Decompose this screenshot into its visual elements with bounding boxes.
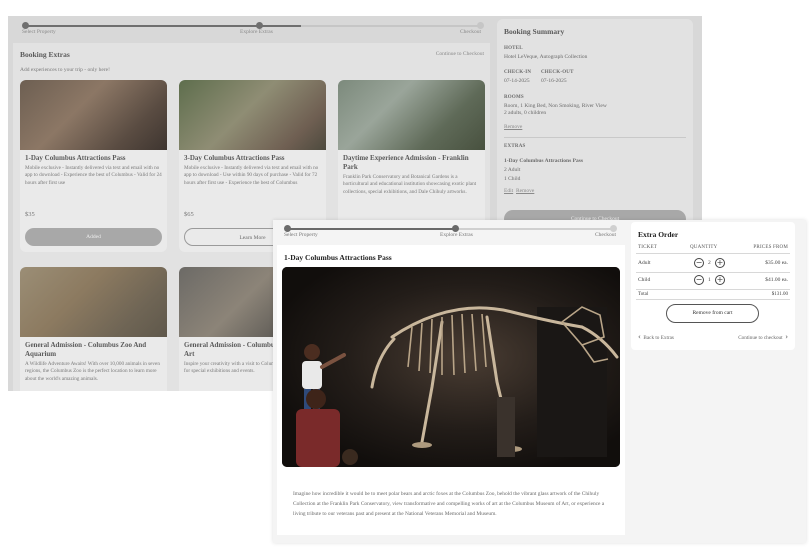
booking-extras-title: Booking Extras <box>20 50 70 59</box>
step-label-1: Select Property <box>22 29 56 35</box>
step-label-3: Checkout <box>460 29 482 35</box>
quantity-value: 2 <box>708 260 711 266</box>
card-description: A Wildlife Adventure Awaits! With over 1… <box>25 361 160 382</box>
chevron-left-icon: ‹ <box>638 333 641 341</box>
booking-extras-subtitle: Add experiences to your trip - only here… <box>20 67 110 73</box>
room-guests: 2 adults, 0 children <box>504 110 547 116</box>
ticket-price: $35.00 ea. <box>765 260 788 266</box>
order-header-divider <box>636 253 790 254</box>
remove-room-link[interactable]: Remove <box>504 124 522 130</box>
booking-summary-title: Booking Summary <box>504 27 565 36</box>
card-description: Mobile exclusive - Instantly delivered v… <box>184 165 319 186</box>
hotel-name: Hotel LeVeque, Autograph Collection <box>504 54 588 60</box>
added-button[interactable]: Added <box>25 228 162 246</box>
checkin-label: CHECK-IN <box>504 70 532 75</box>
card-image-dinosaur <box>20 80 167 150</box>
ticket-name: Adult <box>638 260 651 266</box>
fg-step-label-2: Explore Extras <box>440 232 473 238</box>
remove-extra-link[interactable]: Remove <box>516 188 534 194</box>
card-price: $65 <box>184 211 194 218</box>
checkout-date: 07-16-2025 <box>541 78 567 84</box>
fg-progress-fill <box>287 228 455 230</box>
fg-progress-bar: Select Property Explore Extras Checkout <box>273 220 628 242</box>
card-description: Franklin Park Conservatory and Botanical… <box>343 174 477 195</box>
fg-progress-dot-2 <box>452 225 459 232</box>
quantity-value: 1 <box>708 277 711 283</box>
card-image-conservatory <box>338 80 485 150</box>
card-title: 3-Day Columbus Attractions Pass <box>184 154 285 162</box>
progress-dot-1 <box>22 22 29 29</box>
card-price: $35 <box>25 211 35 218</box>
room-description: Room, 1 King Bed, Non Smoking, River Vie… <box>504 103 607 109</box>
rooms-label: ROOMS <box>504 95 524 100</box>
price-header: PRICES FROM <box>753 245 788 250</box>
back-to-extras-link[interactable]: ‹ Back to Extras <box>638 333 674 341</box>
minus-circle-icon[interactable]: − <box>694 275 704 285</box>
card-image-giraffe <box>20 267 167 337</box>
remove-from-cart-button[interactable]: Remove from cart <box>666 304 759 323</box>
extra-name: 1-Day Columbus Attractions Pass <box>504 158 583 164</box>
plus-circle-icon[interactable]: + <box>715 275 725 285</box>
extra-child: 1 Child <box>504 176 521 182</box>
continue-to-checkout-link[interactable]: Continue to checkout › <box>738 333 788 341</box>
ticket-price: $41.00 ea. <box>765 277 788 283</box>
extra-order-title: Extra Order <box>638 230 679 239</box>
minus-circle-icon[interactable]: − <box>694 258 704 268</box>
extra-adults: 2 Adult <box>504 167 521 173</box>
extra-card-1[interactable]: 1-Day Columbus Attractions Pass Mobile e… <box>20 80 167 252</box>
extra-card-4[interactable]: General Admission - Columbus Zoo And Aqu… <box>20 267 167 391</box>
progress-dot-2 <box>256 22 263 29</box>
card-title: Daytime Experience Admission - Franklin … <box>343 154 469 171</box>
order-row-divider <box>636 289 790 290</box>
step-label-2: Explore Extras <box>240 29 273 35</box>
total-label: Total <box>638 292 649 297</box>
foreground-screen: Select Property Explore Extras Checkout … <box>273 220 806 543</box>
continue-to-checkout-link[interactable]: Continue to Checkout <box>436 51 484 57</box>
fg-progress-dot-3 <box>610 225 617 232</box>
extras-label: EXTRAS <box>504 144 526 149</box>
extra-detail-panel: 1-Day Columbus Attractions Pass Imagine … <box>277 245 625 535</box>
ticket-row-child: Child − 1 + $41.00 ea. <box>631 273 795 289</box>
plus-circle-icon[interactable]: + <box>715 258 725 268</box>
chevron-right-icon: › <box>785 333 788 341</box>
ticket-name: Child <box>638 277 651 283</box>
progress-bar: Select Property Explore Extras Checkout <box>8 16 498 38</box>
ticket-header: TICKET <box>638 245 657 250</box>
extra-order-panel: Extra Order TICKET QUANTITY PRICES FROM … <box>631 222 795 350</box>
fg-progress-dot-1 <box>284 225 291 232</box>
continue-to-checkout-label: Continue to checkout <box>738 335 783 341</box>
fg-step-label-1: Select Property <box>284 232 318 238</box>
fg-step-label-3: Checkout <box>595 232 617 238</box>
summary-divider <box>504 137 686 138</box>
card-title: General Admission - Columbus Zoo And Aqu… <box>25 341 147 358</box>
photo-illustration <box>282 267 620 467</box>
card-image-family <box>179 80 326 150</box>
progress-dot-3 <box>477 22 484 29</box>
total-value: $131.00 <box>771 292 788 297</box>
edit-extra-link[interactable]: Edit <box>504 188 513 194</box>
card-title: 1-Day Columbus Attractions Pass <box>25 154 126 162</box>
ticket-row-adult: Adult − 2 + $35.00 ea. <box>631 256 795 272</box>
extra-detail-title: 1-Day Columbus Attractions Pass <box>284 253 392 262</box>
checkin-date: 07-14-2025 <box>504 78 530 84</box>
quantity-header: QUANTITY <box>690 245 718 250</box>
hotel-label: HOTEL <box>504 46 523 51</box>
extra-detail-description: Imagine how incredible it would be to me… <box>293 491 605 517</box>
order-total-divider <box>636 299 790 300</box>
checkout-label: CHECK-OUT <box>541 70 574 75</box>
card-description: Mobile exclusive - Instantly delivered v… <box>25 165 162 186</box>
dinosaur-skeleton-photo <box>282 267 620 467</box>
back-to-extras-label: Back to Extras <box>643 335 674 341</box>
